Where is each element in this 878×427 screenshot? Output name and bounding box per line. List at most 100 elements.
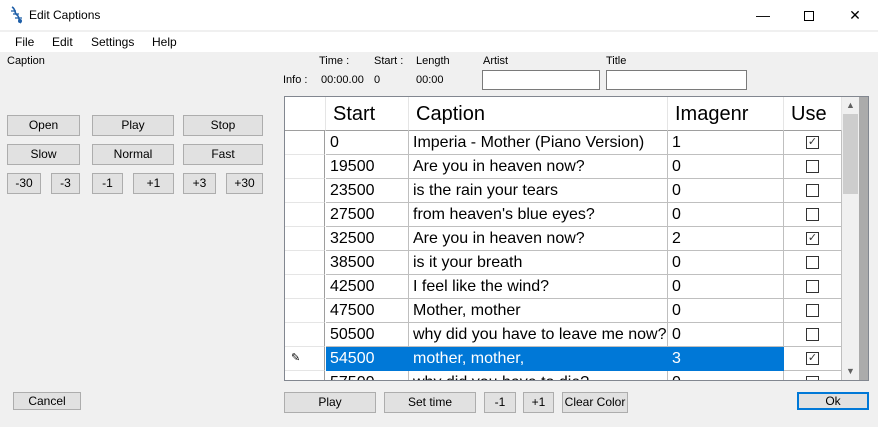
column-header-imagenr[interactable]: Imagenr — [668, 97, 784, 131]
bottom-play-button[interactable]: Play — [284, 392, 376, 413]
bottom-plus-1-button[interactable]: +1 — [523, 392, 554, 413]
ok-button[interactable]: Ok — [797, 392, 869, 410]
cell-caption[interactable]: Are you in heaven now? — [409, 155, 668, 179]
row-header[interactable] — [285, 275, 325, 299]
row-header[interactable]: ✎ — [285, 347, 325, 371]
scroll-down-icon[interactable]: ▼ — [842, 363, 859, 380]
row-header[interactable] — [285, 299, 325, 323]
slow-button[interactable]: Slow — [7, 144, 80, 165]
cell-imagenr[interactable]: 0 — [668, 203, 784, 227]
cell-imagenr[interactable]: 1 — [668, 131, 784, 155]
use-checkbox[interactable] — [806, 280, 819, 293]
cell-caption[interactable]: why did you have to die? — [409, 371, 668, 380]
close-button[interactable]: ✕ — [832, 0, 878, 30]
cell-start[interactable]: 23500 — [326, 179, 409, 203]
cell-use[interactable] — [784, 251, 842, 275]
use-checkbox[interactable] — [806, 208, 819, 221]
minus-30-button[interactable]: -30 — [7, 173, 41, 194]
use-checkbox[interactable]: ✓ — [806, 232, 819, 245]
cell-use[interactable] — [784, 371, 842, 380]
normal-button[interactable]: Normal — [92, 144, 174, 165]
column-header-use[interactable]: Use — [784, 97, 842, 131]
cell-imagenr[interactable]: 0 — [668, 371, 784, 380]
cell-start[interactable]: 38500 — [326, 251, 409, 275]
cell-caption[interactable]: from heaven's blue eyes? — [409, 203, 668, 227]
clear-color-button[interactable]: Clear Color — [562, 392, 628, 413]
cell-caption[interactable]: Mother, mother — [409, 299, 668, 323]
set-time-button[interactable]: Set time — [384, 392, 476, 413]
menu-help[interactable]: Help — [152, 35, 177, 49]
row-header[interactable] — [285, 371, 325, 380]
cell-imagenr[interactable]: 0 — [668, 323, 784, 347]
cell-imagenr[interactable]: 0 — [668, 155, 784, 179]
menu-file[interactable]: File — [15, 35, 34, 49]
cell-imagenr[interactable]: 0 — [668, 299, 784, 323]
cell-use[interactable] — [784, 155, 842, 179]
row-header[interactable] — [285, 251, 325, 275]
menu-edit[interactable]: Edit — [52, 35, 73, 49]
cell-caption[interactable]: is it your breath — [409, 251, 668, 275]
cell-use[interactable] — [784, 323, 842, 347]
plus-1-button[interactable]: +1 — [133, 173, 174, 194]
cell-start[interactable]: 50500 — [326, 323, 409, 347]
vertical-scrollbar[interactable]: ▲ ▼ — [842, 97, 859, 380]
plus-3-button[interactable]: +3 — [183, 173, 216, 194]
cell-start[interactable]: 54500 — [326, 347, 409, 371]
cell-caption[interactable]: Imperia - Mother (Piano Version) — [409, 131, 668, 155]
row-header[interactable] — [285, 323, 325, 347]
row-header[interactable] — [285, 179, 325, 203]
scroll-thumb[interactable] — [843, 114, 858, 194]
maximize-button[interactable] — [786, 0, 832, 30]
captions-grid[interactable]: Start Caption Imagenr Use 0 Imperia - Mot… — [284, 96, 869, 381]
minimize-button[interactable]: — — [740, 0, 786, 30]
row-header[interactable] — [285, 203, 325, 227]
minus-3-button[interactable]: -3 — [51, 173, 80, 194]
artist-input[interactable] — [482, 70, 600, 90]
row-header[interactable] — [285, 227, 325, 251]
cell-use[interactable] — [784, 275, 842, 299]
cancel-button[interactable]: Cancel — [13, 392, 81, 410]
cell-imagenr[interactable]: 3 — [668, 347, 784, 371]
bottom-minus-1-button[interactable]: -1 — [484, 392, 516, 413]
cell-caption[interactable]: mother, mother, — [409, 347, 668, 371]
row-header[interactable] — [285, 155, 325, 179]
use-checkbox[interactable] — [806, 304, 819, 317]
cell-start[interactable]: 47500 — [326, 299, 409, 323]
cell-caption[interactable]: is the rain your tears — [409, 179, 668, 203]
cell-caption[interactable]: Are you in heaven now? — [409, 227, 668, 251]
column-header-caption[interactable]: Caption — [409, 97, 668, 131]
row-header[interactable] — [285, 131, 325, 155]
cell-start[interactable]: 42500 — [326, 275, 409, 299]
use-checkbox[interactable]: ✓ — [806, 136, 819, 149]
use-checkbox[interactable] — [806, 328, 819, 341]
minus-1-button[interactable]: -1 — [92, 173, 123, 194]
cell-use[interactable] — [784, 179, 842, 203]
cell-caption[interactable]: I feel like the wind? — [409, 275, 668, 299]
stop-button[interactable]: Stop — [183, 115, 263, 136]
cell-use[interactable]: ✓ — [784, 347, 842, 371]
cell-use[interactable]: ✓ — [784, 227, 842, 251]
play-button[interactable]: Play — [92, 115, 174, 136]
open-button[interactable]: Open — [7, 115, 80, 136]
cell-start[interactable]: 0 — [326, 131, 409, 155]
plus-30-button[interactable]: +30 — [226, 173, 263, 194]
cell-imagenr[interactable]: 0 — [668, 251, 784, 275]
use-checkbox[interactable] — [806, 184, 819, 197]
cell-use[interactable] — [784, 203, 842, 227]
cell-imagenr[interactable]: 0 — [668, 179, 784, 203]
cell-start[interactable]: 57500 — [326, 371, 409, 380]
use-checkbox[interactable]: ✓ — [806, 352, 819, 365]
column-header-start[interactable]: Start — [326, 97, 409, 131]
title-input[interactable] — [606, 70, 747, 90]
fast-button[interactable]: Fast — [183, 144, 263, 165]
use-checkbox[interactable] — [806, 160, 819, 173]
scroll-up-icon[interactable]: ▲ — [842, 97, 859, 114]
menu-settings[interactable]: Settings — [91, 35, 134, 49]
cell-use[interactable]: ✓ — [784, 131, 842, 155]
cell-start[interactable]: 32500 — [326, 227, 409, 251]
use-checkbox[interactable] — [806, 376, 819, 380]
cell-imagenr[interactable]: 0 — [668, 275, 784, 299]
cell-caption[interactable]: why did you have to leave me now? — [409, 323, 668, 347]
use-checkbox[interactable] — [806, 256, 819, 269]
cell-imagenr[interactable]: 2 — [668, 227, 784, 251]
